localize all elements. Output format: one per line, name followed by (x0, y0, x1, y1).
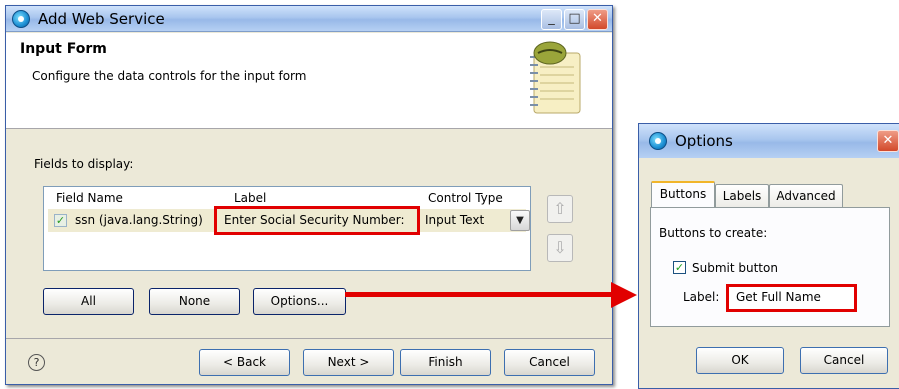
arrow-up-icon[interactable]: ⇧ (547, 195, 573, 223)
minimize-button[interactable]: _ (541, 9, 562, 30)
field-name-cell: ssn (java.lang.String) (75, 213, 203, 227)
column-field-name: Field Name (56, 191, 123, 205)
submit-button-checkbox[interactable]: ✓ (673, 261, 686, 274)
add-web-service-dialog: Add Web Service _ □ ✕ Input Form Configu… (5, 5, 613, 385)
title-bar: Add Web Service _ □ ✕ (6, 6, 612, 32)
buttons-to-create-label: Buttons to create: (659, 226, 768, 240)
control-type-cell[interactable]: Input Text (425, 213, 484, 227)
options-app-icon (649, 132, 667, 150)
tab-advanced[interactable]: Advanced (769, 184, 843, 208)
all-button[interactable]: All (43, 288, 134, 315)
options-close-button[interactable]: ✕ (877, 130, 899, 152)
label-cell[interactable]: Enter Social Security Number: (224, 213, 405, 227)
wizard-banner-icon (530, 41, 581, 114)
options-dialog: Options ✕ Buttons Labels Advanced Button… (638, 123, 899, 389)
back-button[interactable]: < Back (199, 349, 290, 376)
wizard-header: Input Form Configure the data controls f… (6, 33, 612, 129)
close-button[interactable]: ✕ (587, 9, 608, 30)
web-service-icon (12, 10, 30, 28)
help-icon[interactable]: ? (28, 354, 45, 371)
cancel-button[interactable]: Cancel (504, 349, 595, 376)
tab-labels[interactable]: Labels (715, 184, 769, 208)
none-button[interactable]: None (149, 288, 240, 315)
options-button[interactable]: Options... (253, 288, 346, 315)
tab-buttons[interactable]: Buttons (651, 181, 715, 208)
options-title-bar: Options ✕ (639, 124, 899, 158)
column-label: Label (234, 191, 267, 205)
options-title: Options (675, 132, 733, 150)
submit-button-label: Submit button (692, 261, 778, 275)
pointer-arrow-head (611, 282, 637, 308)
pointer-arrow-line (345, 292, 615, 297)
next-button[interactable]: Next > (303, 349, 394, 376)
label-input-value: Get Full Name (736, 290, 821, 304)
fields-table: Field Name Label Control Type ✓ ssn (jav… (43, 186, 531, 271)
finish-button[interactable]: Finish (400, 349, 491, 376)
page-title: Input Form (20, 41, 107, 57)
window-title: Add Web Service (38, 10, 165, 28)
table-row[interactable]: ✓ ssn (java.lang.String) Enter Social Se… (48, 206, 530, 235)
chevron-down-icon[interactable]: ▼ (510, 210, 530, 231)
column-control-type: Control Type (428, 191, 503, 205)
maximize-button[interactable]: □ (564, 9, 585, 30)
page-description: Configure the data controls for the inpu… (32, 69, 307, 83)
ok-button[interactable]: OK (696, 347, 784, 374)
row-checkbox[interactable]: ✓ (54, 214, 67, 227)
label-caption: Label: (683, 290, 720, 304)
fields-to-display-label: Fields to display: (34, 157, 134, 171)
options-cancel-button[interactable]: Cancel (800, 347, 888, 374)
footer-divider (6, 338, 612, 339)
arrow-down-icon[interactable]: ⇩ (547, 234, 573, 262)
